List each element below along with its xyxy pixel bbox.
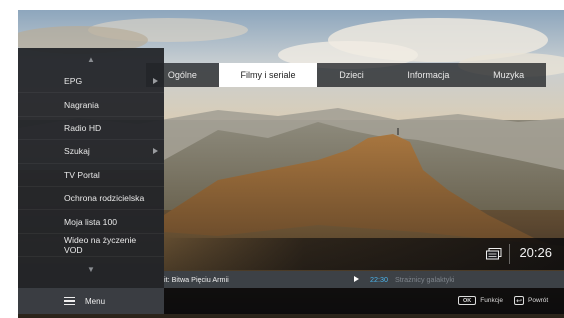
- menu-item-ochrona-rodzicielska[interactable]: Ochrona rodzicielska: [18, 187, 164, 211]
- program-info-bar: it: Bitwa Pięciu Armii 22:30 Strażnicy g…: [164, 271, 564, 288]
- menu-item-label: EPG: [64, 76, 83, 87]
- play-icon: [354, 275, 359, 282]
- menu-item-label: Nagrania: [64, 99, 99, 110]
- current-program-title: it: Bitwa Pięciu Armii: [164, 275, 229, 284]
- bottom-hint-bar: OK Funkcje ↩ Powrót: [164, 288, 564, 314]
- menu-item-moja-lista-100[interactable]: Moja lista 100: [18, 210, 164, 234]
- hamburger-icon: [64, 296, 75, 306]
- functions-key[interactable]: OK Funkcje: [458, 296, 503, 305]
- menu-item-tv-portal[interactable]: TV Portal: [18, 164, 164, 187]
- clock: 20:26: [519, 245, 552, 260]
- chevron-right-icon: [153, 148, 158, 155]
- tab-filmy-i-seriale[interactable]: Filmy i seriale: [218, 63, 318, 87]
- menu-button-label: Menu: [85, 296, 106, 306]
- scroll-up-icon[interactable]: ▲: [18, 48, 164, 70]
- back-key[interactable]: ↩ Powrót: [514, 296, 548, 305]
- menu-item-label: Moja lista 100: [64, 216, 118, 227]
- menu-item-label: Radio HD: [64, 122, 102, 133]
- menu-item-nagrania[interactable]: Nagrania: [18, 93, 164, 117]
- scroll-down-icon[interactable]: ▼: [18, 257, 164, 281]
- menu-item-szukaj[interactable]: Szukaj: [18, 140, 164, 164]
- menu-item-label: TV Portal: [64, 169, 100, 180]
- back-label: Powrót: [528, 297, 549, 304]
- menu-item-label: Wideo na życzenie VOD: [64, 234, 137, 255]
- next-program-title: Strażnicy galaktyki: [395, 275, 455, 284]
- side-menu: ▲ EPG Nagrania Radio HD Szukaj TV Portal…: [18, 48, 164, 314]
- chevron-right-icon: [153, 78, 158, 85]
- functions-label: Funkcje: [480, 297, 504, 304]
- status-bar: 20:26: [164, 238, 564, 270]
- tab-informacja[interactable]: Informacja: [386, 63, 472, 87]
- next-program-time: 22:30: [370, 275, 388, 284]
- category-tabs: Ogólne Filmy i seriale Dzieci Informacja…: [146, 63, 546, 87]
- tab-dzieci[interactable]: Dzieci: [317, 63, 385, 87]
- tab-muzyka[interactable]: Muzyka: [471, 63, 546, 87]
- menu-item-label: Ochrona rodzicielska: [64, 193, 145, 204]
- menu-item-radio-hd[interactable]: Radio HD: [18, 117, 164, 141]
- menu-item-epg[interactable]: EPG: [18, 70, 164, 94]
- menu-item-wideo-vod[interactable]: Wideo na życzenie VOD: [18, 234, 164, 258]
- back-arrow-icon: ↩: [514, 296, 524, 305]
- divider: [509, 244, 510, 264]
- menu-item-label: Szukaj: [64, 146, 90, 157]
- ok-key-icon: OK: [458, 296, 477, 305]
- epg-guide-icon: [486, 248, 502, 260]
- menu-button[interactable]: Menu: [18, 288, 164, 314]
